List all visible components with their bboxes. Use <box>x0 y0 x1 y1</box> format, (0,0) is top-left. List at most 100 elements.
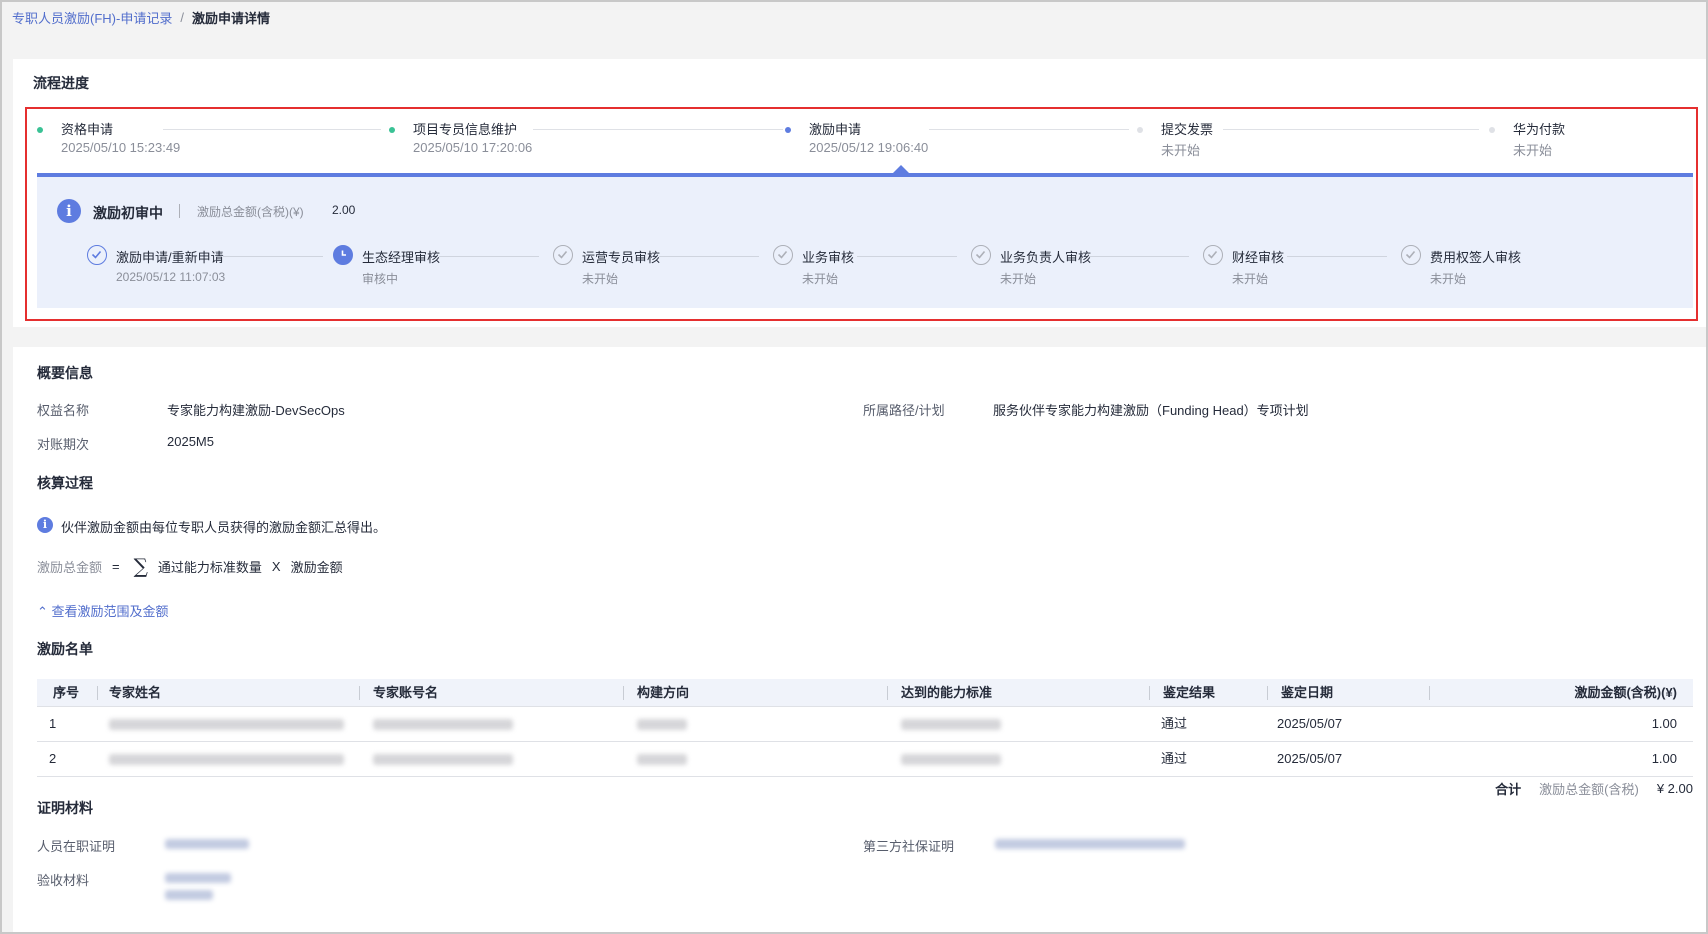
acceptance-label: 验收材料 <box>37 873 90 888</box>
step-time: 2025/05/12 19:06:40 <box>809 140 929 155</box>
formula-times: X <box>271 558 281 574</box>
divider <box>179 204 180 218</box>
view-scope-label: 查看激励范围及金额 <box>51 604 169 619</box>
redacted-direction <box>637 719 687 730</box>
sub-step-connector <box>223 256 323 257</box>
sub-step-name: 费用权签人审核 <box>1430 250 1522 265</box>
redacted-account <box>373 754 513 765</box>
column-divider <box>887 686 888 700</box>
step-time: 未开始 <box>1513 143 1553 158</box>
column-divider <box>97 686 98 700</box>
check-circle-icon <box>87 245 107 265</box>
column-divider <box>359 686 360 700</box>
sub-step-connector <box>659 256 759 257</box>
acceptance-file-link[interactable] <box>165 890 213 900</box>
info-icon: i <box>37 517 53 533</box>
total-amount-label: 激励总金额(含税) <box>1539 782 1639 797</box>
total-amount: ¥ 2.00 <box>1656 781 1693 796</box>
formula-term: 通过能力标准数量 <box>157 559 262 575</box>
step-time: 2025/05/10 17:20:06 <box>413 140 533 155</box>
table-row: 1 通过 2025/05/07 1.00 <box>37 707 1693 742</box>
formula-term: 激励金额 <box>290 559 343 575</box>
row-index: 1 <box>49 716 57 731</box>
progress-title: 流程进度 <box>33 75 89 91</box>
period-value: 2025M5 <box>167 434 214 449</box>
sub-step-name: 激励申请/重新申请 <box>116 250 224 265</box>
sub-step-time: 未开始 <box>1430 272 1467 286</box>
row-date: 2025/05/07 <box>1277 751 1343 766</box>
step-connector <box>163 129 381 130</box>
incentive-table: 序号 专家姓名 专家账号名 构建方向 达到的能力标准 鉴定结果 鉴定日期 激励金… <box>37 679 1693 777</box>
check-circle-icon <box>971 245 991 265</box>
column-divider <box>1429 686 1430 700</box>
step-current-dot-icon <box>785 127 791 133</box>
step-pending-dot-icon <box>1489 127 1495 133</box>
current-step-caret-icon <box>893 165 909 173</box>
step-done-dot-icon <box>389 127 395 133</box>
path-value: 服务伙伴专家能力构建激励（Funding Head）专项计划 <box>993 403 1309 418</box>
row-result: 通过 <box>1161 716 1188 731</box>
row-amount: 1.00 <box>1651 751 1677 766</box>
sub-step-connector <box>1089 256 1189 257</box>
step-pending-dot-icon <box>1137 127 1143 133</box>
step-connector <box>1223 129 1479 130</box>
redacted-expert-name <box>109 754 344 765</box>
period-label: 对账期次 <box>37 437 90 452</box>
proof-title: 证明材料 <box>37 800 93 816</box>
step-connector <box>533 129 783 130</box>
sub-step-name: 财经审核 <box>1232 250 1285 265</box>
check-circle-icon <box>553 245 573 265</box>
redacted-standard <box>901 719 1001 730</box>
redacted-expert-name <box>109 719 344 730</box>
page-frame: 专职人员激励(FH)-申请记录 / 激励申请详情 流程进度 资格申请 2025/… <box>0 0 1708 934</box>
formula-equals: = <box>112 558 120 574</box>
sub-amount-value: 2.00 <box>332 203 356 217</box>
column-header: 鉴定结果 <box>1163 685 1216 700</box>
sub-step-name: 业务负责人审核 <box>1000 250 1092 265</box>
view-scope-link[interactable]: ⌃ 查看激励范围及金额 <box>37 601 169 620</box>
breadcrumb-current: 激励申请详情 <box>191 10 270 26</box>
social-security-file-link[interactable] <box>995 839 1185 849</box>
check-circle-icon <box>773 245 793 265</box>
check-circle-icon <box>1203 245 1223 265</box>
step-name: 提交发票 <box>1161 122 1214 137</box>
row-result: 通过 <box>1161 751 1188 766</box>
column-header: 专家姓名 <box>109 685 162 700</box>
step-name: 资格申请 <box>61 122 114 137</box>
step-name: 激励申请 <box>809 122 862 137</box>
sub-progress-panel: i 激励初审中 激励总金额(含税)(¥) 2.00 激励申请/重新申请 2025… <box>37 177 1693 308</box>
sub-step-time: 未开始 <box>1000 272 1037 286</box>
progress-card: 流程进度 资格申请 2025/05/10 15:23:49 项目专员信息维护 2… <box>13 59 1706 327</box>
row-date: 2025/05/07 <box>1277 716 1343 731</box>
sub-step-connector <box>439 256 539 257</box>
check-circle-icon <box>1401 245 1421 265</box>
column-header: 鉴定日期 <box>1281 685 1334 700</box>
column-header: 专家账号名 <box>373 685 439 700</box>
social-security-label: 第三方社保证明 <box>863 839 955 854</box>
breadcrumb-link-apply-records[interactable]: 专职人员激励(FH)-申请记录 <box>12 8 172 27</box>
step-name: 项目专员信息维护 <box>413 122 518 137</box>
redacted-account <box>373 719 513 730</box>
sub-step-time: 未开始 <box>1232 272 1269 286</box>
column-header: 构建方向 <box>637 685 690 700</box>
breadcrumb: 专职人员激励(FH)-申请记录 / 激励申请详情 <box>12 7 270 27</box>
sub-amount-label: 激励总金额(含税)(¥) <box>197 205 304 219</box>
formula-label: 激励总金额 <box>37 559 103 575</box>
calculation-title: 核算过程 <box>37 475 93 491</box>
row-amount: 1.00 <box>1651 716 1677 731</box>
step-connector <box>929 129 1129 130</box>
path-label: 所属路径/计划 <box>863 403 945 418</box>
column-divider <box>1267 686 1268 700</box>
column-divider <box>1149 686 1150 700</box>
step-done-dot-icon <box>37 127 43 133</box>
sub-status-title: 激励初审中 <box>93 205 163 221</box>
info-icon: i <box>57 199 81 223</box>
employment-file-link[interactable] <box>165 839 249 849</box>
list-title: 激励名单 <box>37 641 93 657</box>
chevron-up-icon: ⌃ <box>37 604 48 619</box>
acceptance-file-link[interactable] <box>165 873 231 883</box>
formula: 激励总金额 = ∑ 通过能力标准数量 X 激励金额 <box>37 554 343 578</box>
benefit-name-label: 权益名称 <box>37 403 90 418</box>
overview-title: 概要信息 <box>37 365 93 381</box>
breadcrumb-separator: / <box>180 9 184 25</box>
